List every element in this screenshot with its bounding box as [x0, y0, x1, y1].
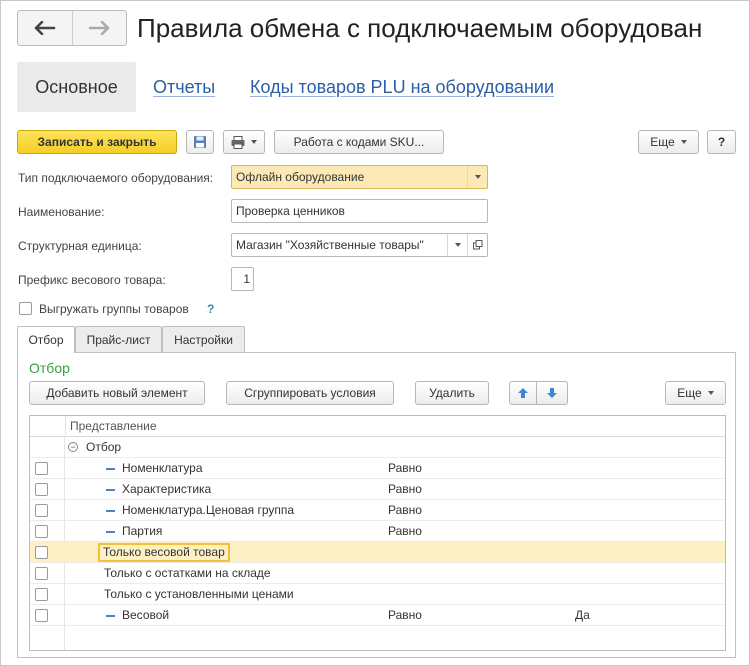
- save-button[interactable]: [186, 130, 214, 154]
- row-text: Характеристика: [122, 482, 212, 496]
- row-checkbox[interactable]: [35, 567, 48, 580]
- collapse-icon[interactable]: −: [68, 442, 78, 452]
- unit-select[interactable]: Магазин "Хозяйственные товары": [231, 233, 488, 257]
- nav-buttons: [17, 10, 127, 46]
- filter-more-button[interactable]: Еще: [665, 381, 726, 405]
- filter-title: Отбор: [29, 360, 70, 376]
- row-checkbox[interactable]: [35, 504, 48, 517]
- table-row[interactable]: Номенклатура Равно: [30, 458, 725, 479]
- row-value: Да: [575, 608, 590, 622]
- more-button[interactable]: Еще: [638, 130, 699, 154]
- save-and-close-button[interactable]: Записать и закрыть: [17, 130, 177, 154]
- export-groups-label: Выгружать группы товаров: [39, 302, 189, 316]
- row-checkbox[interactable]: [35, 609, 48, 622]
- sku-codes-button[interactable]: Работа с кодами SKU...: [274, 130, 444, 154]
- delete-button[interactable]: Удалить: [415, 381, 489, 405]
- help-button[interactable]: ?: [707, 130, 736, 154]
- weight-prefix-value: 1: [243, 272, 250, 286]
- row-text: Весовой: [122, 608, 170, 622]
- equipment-type-value: Офлайн оборудование: [236, 170, 365, 184]
- move-down-button[interactable]: [537, 381, 568, 405]
- chevron-down-icon: [454, 243, 461, 247]
- row-text: Только с установленными ценами: [104, 587, 294, 601]
- arrow-down-icon: [547, 388, 557, 398]
- more-label: Еще: [650, 135, 675, 149]
- row-condition: Равно: [388, 524, 422, 538]
- table-header: Представление: [30, 416, 725, 437]
- tab-filter[interactable]: Отбор: [17, 326, 75, 353]
- arrow-right-icon: [88, 21, 110, 35]
- condition-item-icon: [106, 468, 115, 470]
- table-row[interactable]: Номенклатура.Ценовая группа Равно: [30, 500, 725, 521]
- table-row-selected[interactable]: Только весовой товар: [30, 542, 725, 563]
- row-checkbox[interactable]: [35, 546, 48, 559]
- chevron-down-icon: [251, 140, 257, 144]
- row-condition: Равно: [388, 482, 422, 496]
- add-element-button[interactable]: Добавить новый элемент: [29, 381, 205, 405]
- printer-icon: [231, 135, 245, 149]
- filter-more-label: Еще: [677, 386, 702, 400]
- table-row[interactable]: Партия Равно: [30, 521, 725, 542]
- unit-value: Магазин "Хозяйственные товары": [236, 238, 424, 252]
- back-button[interactable]: [18, 11, 72, 45]
- table-row[interactable]: Только с установленными ценами: [30, 584, 725, 605]
- name-input[interactable]: Проверка ценников: [231, 199, 488, 223]
- row-text: Партия: [122, 524, 163, 538]
- table-row[interactable]: Только с остатками на складе: [30, 563, 725, 584]
- equipment-type-select[interactable]: Офлайн оборудование: [231, 165, 488, 189]
- row-text: Номенклатура: [122, 461, 203, 475]
- chevron-down-icon: [707, 391, 714, 395]
- row-text: Отбор: [86, 440, 122, 454]
- section-reports[interactable]: Отчеты: [153, 62, 215, 112]
- filter-table: Представление − Отбор Номенклатура Равно…: [29, 415, 726, 651]
- row-condition: Равно: [388, 503, 422, 517]
- name-value: Проверка ценников: [236, 204, 345, 218]
- chevron-down-icon: [680, 140, 687, 144]
- chevron-down-icon: [474, 175, 481, 179]
- section-plu-codes[interactable]: Коды товаров PLU на оборудовании: [250, 62, 554, 112]
- column-header-representation: Представление: [65, 416, 725, 437]
- name-label: Наименование:: [18, 205, 105, 219]
- export-groups-checkbox[interactable]: [19, 302, 32, 315]
- condition-item-icon: [106, 510, 115, 512]
- row-checkbox[interactable]: [35, 462, 48, 475]
- move-up-button[interactable]: [509, 381, 537, 405]
- group-conditions-button[interactable]: Сгруппировать условия: [226, 381, 394, 405]
- condition-item-icon: [106, 489, 115, 491]
- tab-price-list[interactable]: Прайс-лист: [75, 326, 162, 352]
- row-condition: Равно: [388, 461, 422, 475]
- table-row-group[interactable]: − Отбор: [30, 437, 725, 458]
- dropdown-button[interactable]: [447, 234, 467, 256]
- open-item-button[interactable]: [467, 234, 487, 256]
- row-checkbox[interactable]: [35, 588, 48, 601]
- arrow-left-icon: [34, 21, 56, 35]
- row-text: Только весовой товар: [98, 543, 230, 562]
- condition-item-icon: [106, 531, 115, 533]
- unit-label: Структурная единица:: [18, 239, 142, 253]
- table-row[interactable]: Характеристика Равно: [30, 479, 725, 500]
- weight-prefix-label: Префикс весового товара:: [18, 273, 166, 287]
- condition-item-icon: [106, 615, 115, 617]
- row-condition: Равно: [388, 608, 422, 622]
- export-groups-help[interactable]: ?: [207, 302, 214, 316]
- row-checkbox[interactable]: [35, 483, 48, 496]
- row-checkbox[interactable]: [35, 525, 48, 538]
- section-main[interactable]: Основное: [17, 62, 136, 112]
- tab-settings[interactable]: Настройки: [162, 326, 245, 352]
- weight-prefix-input[interactable]: 1: [231, 267, 254, 291]
- floppy-disk-icon: [194, 136, 206, 148]
- row-text: Только с остатками на складе: [104, 566, 271, 580]
- dropdown-button[interactable]: [467, 166, 487, 188]
- arrow-up-icon: [518, 388, 528, 398]
- forward-button[interactable]: [71, 11, 127, 45]
- window-title: Правила обмена с подключаемым оборудован: [137, 13, 703, 43]
- row-text: Номенклатура.Ценовая группа: [122, 503, 295, 517]
- table-row[interactable]: Весовой Равно Да: [30, 605, 725, 626]
- print-button[interactable]: [223, 130, 265, 154]
- open-window-icon: [472, 240, 482, 250]
- equipment-type-label: Тип подключаемого оборудования:: [18, 171, 214, 185]
